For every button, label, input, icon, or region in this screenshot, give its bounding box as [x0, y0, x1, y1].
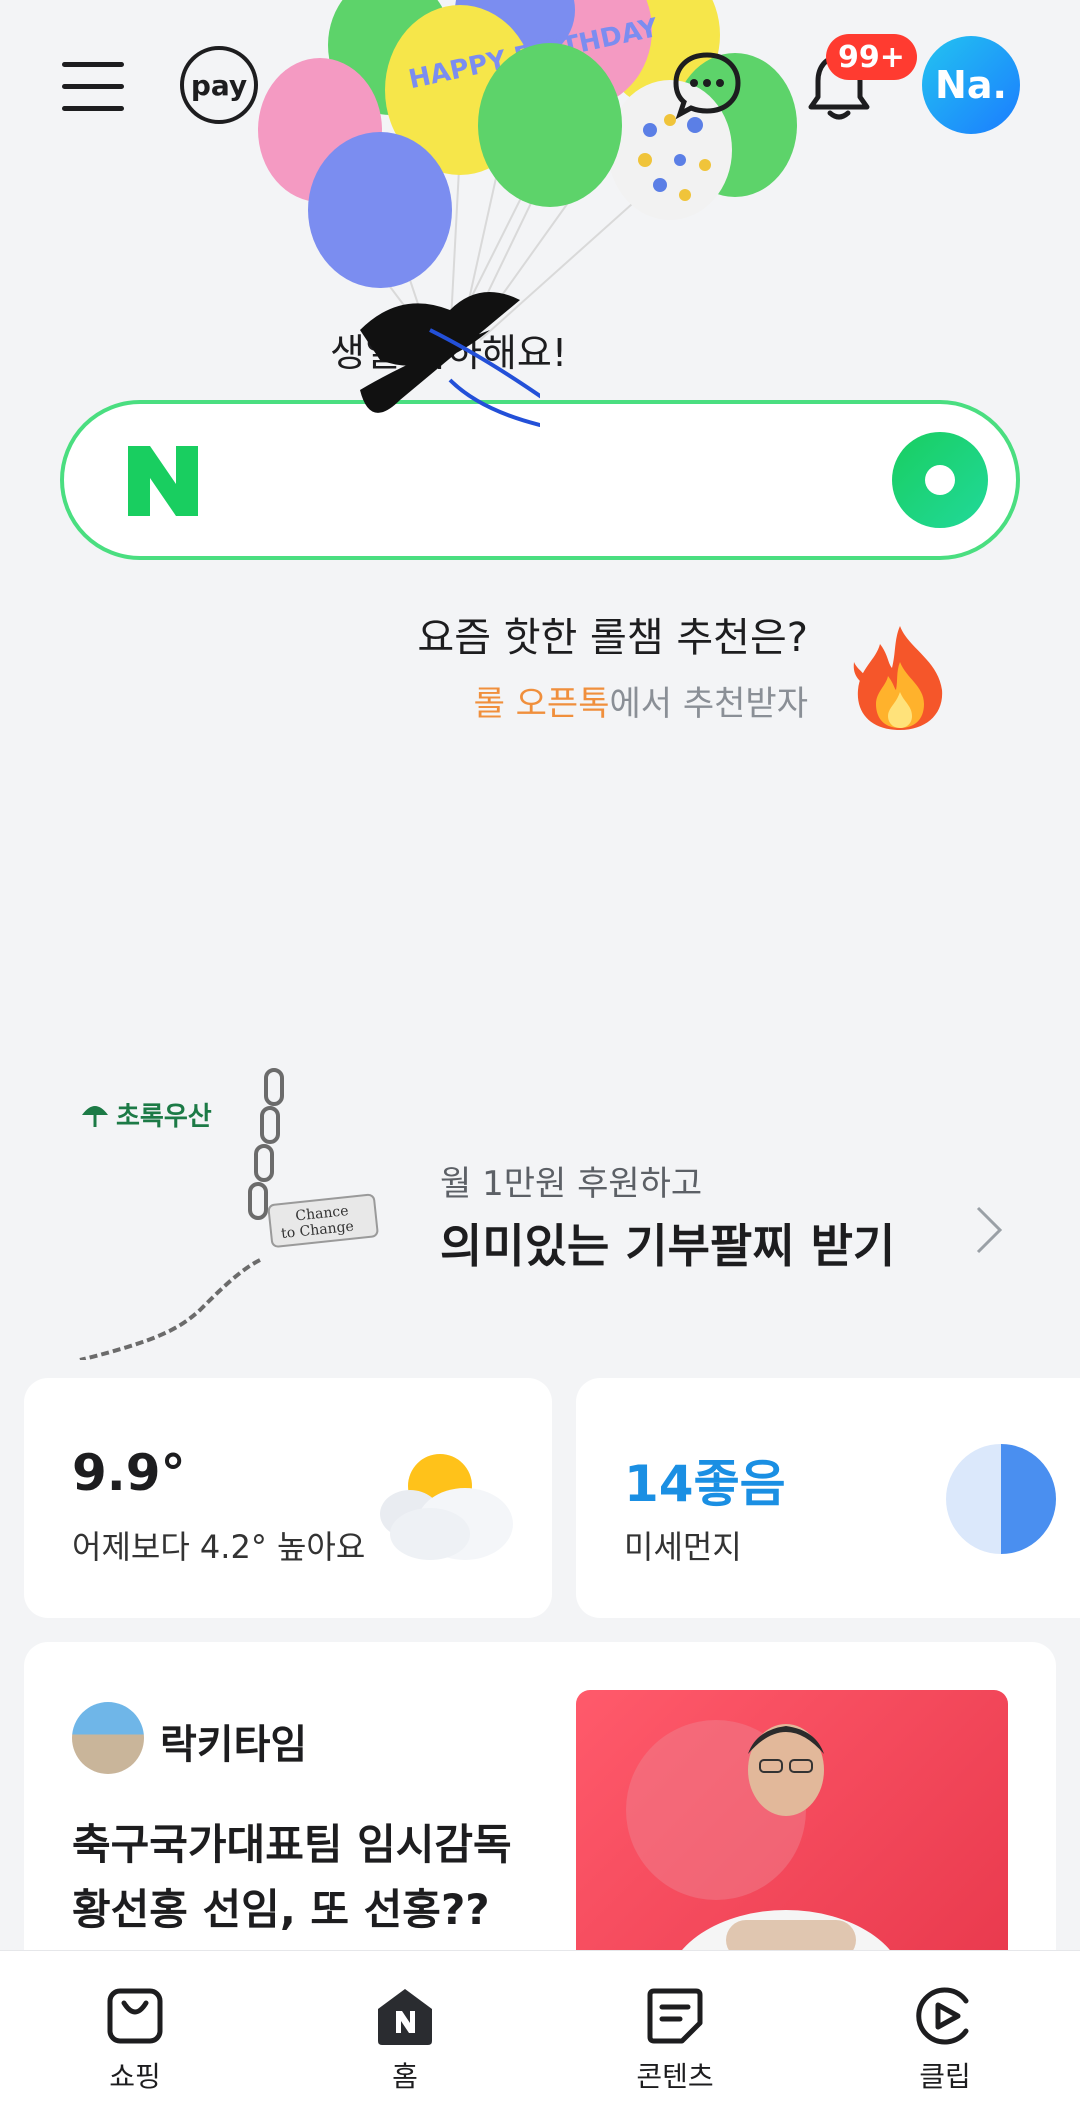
redaction-scribble — [360, 292, 540, 428]
content-icon — [647, 1988, 703, 2044]
promo-text-block[interactable]: 요즘 핫한 롤챔 추천은? 롤 오픈톡에서 추천받자 — [417, 610, 808, 725]
nav-item-content[interactable]: 콘텐츠 — [540, 1951, 810, 2116]
nav-item-shopping[interactable]: 쇼핑 — [0, 1951, 270, 2116]
air-quality-card[interactable]: 14좋음 미세먼지 — [576, 1378, 1080, 1618]
profile-avatar[interactable]: Na. — [922, 36, 1020, 134]
promo-highlight: 롤 오픈톡 — [473, 684, 610, 724]
clip-icon — [916, 1987, 969, 2045]
top-bar: pay 99+ Na. — [0, 0, 1080, 170]
promo-subtitle-rest: 에서 추천받자 — [609, 684, 809, 724]
donation-title: 의미있는 기부팔찌 받기 — [440, 1219, 896, 1273]
fine-dust-gauge — [946, 1444, 1056, 1554]
promo-title: 요즘 핫한 롤챔 추천은? — [417, 615, 808, 661]
nav-item-clip[interactable]: 클립 — [810, 1951, 1080, 2116]
green-dot-button[interactable] — [892, 432, 988, 528]
brand-logo: 초록우산 — [80, 1096, 212, 1133]
author-name: 락키타임 — [160, 1722, 308, 1768]
partly-cloudy-icon — [380, 1454, 513, 1560]
news-card[interactable]: 락키타임 축구국가대표팀 임시감독 황선홍 선임, 또 선홍?? ... — [24, 1642, 1056, 2002]
search-bar — [60, 400, 1020, 560]
nav-item-home[interactable]: 홈 — [270, 1951, 540, 2116]
promo-subtitle: 롤 오픈톡에서 추천받자 — [417, 676, 808, 725]
nav-label-clip: 클립 — [919, 2060, 971, 2093]
home-n-icon — [378, 1989, 432, 2045]
naver-n-logo — [128, 446, 198, 516]
notification-badge: 99+ — [826, 34, 917, 80]
search-input[interactable] — [234, 444, 874, 518]
chat-button[interactable] — [668, 46, 746, 124]
chat-bubble-icon — [673, 52, 741, 120]
menu-button[interactable] — [56, 50, 130, 124]
nav-label-content: 콘텐츠 — [636, 2060, 714, 2093]
donation-banner[interactable]: Chance to Change 초록우산 월 1만원 후원하고 의미있는 기부… — [0, 1060, 1080, 1360]
donation-subtitle: 월 1만원 후원하고 — [440, 1164, 703, 1204]
temperature-comparison: 어제보다 4.2° 높아요 — [72, 1528, 366, 1566]
temperature: 9.9° — [72, 1444, 186, 1502]
chevron-right-icon — [976, 1206, 1003, 1254]
fine-dust-value: 14좋음 — [624, 1455, 786, 1513]
hamburger-icon — [62, 62, 124, 111]
weather-card[interactable]: 9.9° 어제보다 4.2° 높아요 — [24, 1378, 552, 1618]
fine-dust-label: 미세먼지 — [624, 1528, 742, 1566]
pay-button[interactable]: pay — [180, 46, 258, 124]
shopping-bag-icon — [107, 1988, 163, 2044]
brand-name: 초록우산 — [116, 1102, 212, 1132]
nav-label-home: 홈 — [392, 2060, 418, 2093]
nav-label-shopping: 쇼핑 — [109, 2060, 161, 2093]
fire-icon — [853, 626, 943, 730]
umbrella-icon — [82, 1105, 108, 1127]
bottom-navigation: 쇼핑 홈 콘텐츠 클립 — [0, 1950, 1080, 2116]
author-avatar — [72, 1702, 144, 1774]
